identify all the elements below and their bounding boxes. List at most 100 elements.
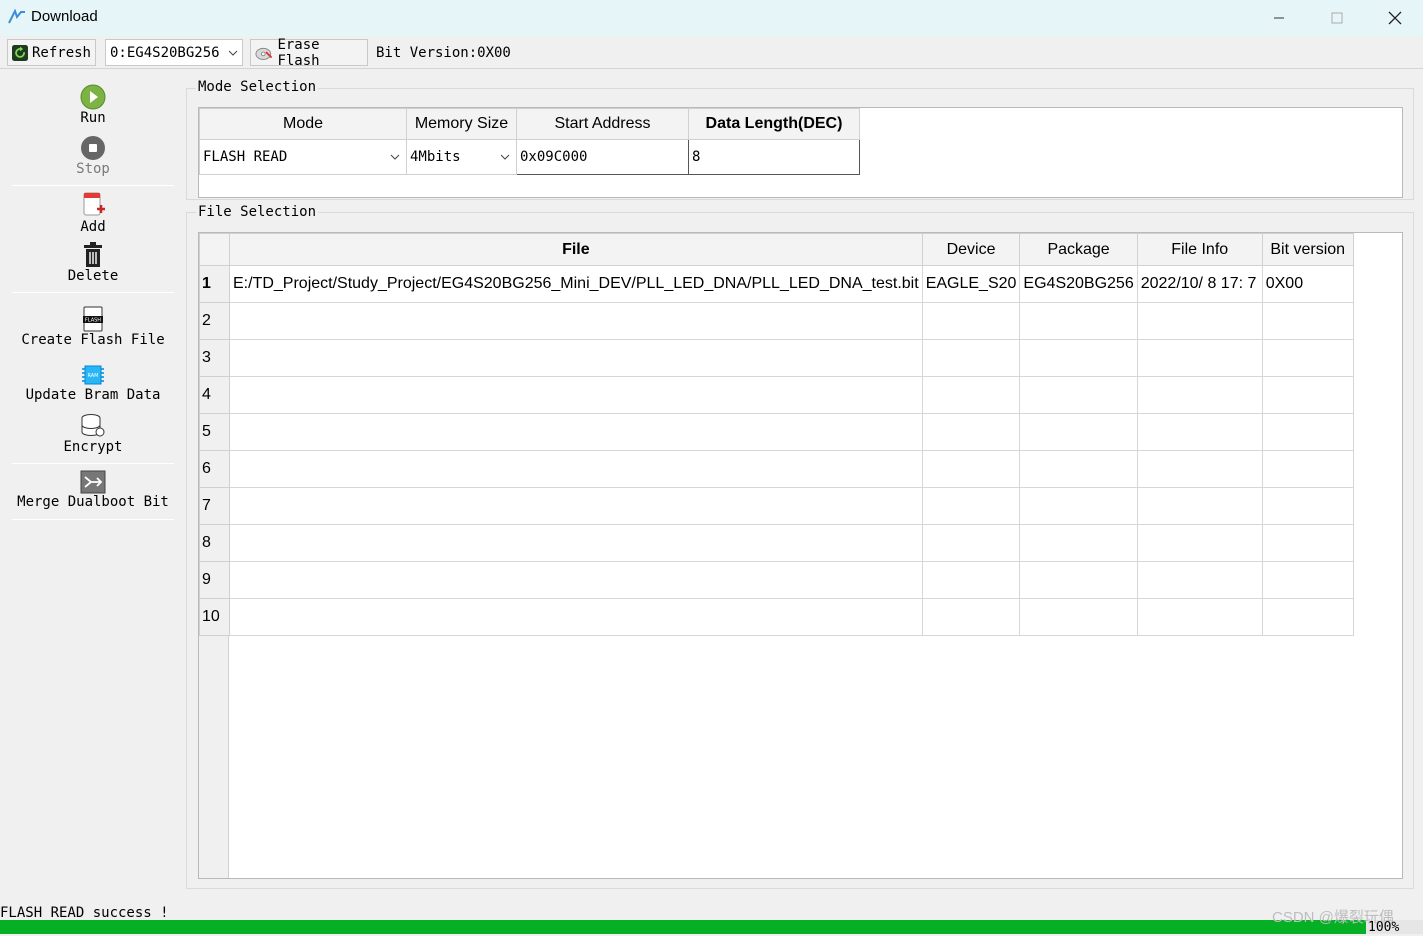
bit-version-cell[interactable] — [1261, 413, 1354, 451]
device-cell[interactable] — [921, 487, 1021, 525]
device-cell[interactable] — [921, 450, 1021, 488]
device-cell[interactable] — [921, 339, 1021, 377]
delete-button[interactable]: Delete — [12, 242, 174, 284]
bit-version-cell[interactable]: 0X00 — [1261, 265, 1354, 303]
merge-dualboot-bit-button[interactable]: Merge Dualboot Bit — [12, 470, 174, 510]
table-row[interactable]: 6 — [199, 450, 1354, 488]
bit-version-cell[interactable] — [1261, 302, 1354, 340]
file-cell[interactable] — [229, 302, 923, 340]
file-cell[interactable] — [229, 413, 923, 451]
app-icon — [8, 9, 25, 24]
window-title: Download — [31, 8, 98, 25]
corner-header — [199, 233, 230, 266]
package-header: Package — [1019, 233, 1138, 266]
encrypt-button[interactable]: Encrypt — [12, 413, 174, 455]
file-cell[interactable] — [229, 450, 923, 488]
erase-flash-button[interactable]: Erase Flash — [250, 37, 368, 69]
table-row[interactable]: 3 — [199, 339, 1354, 377]
bit-version-cell[interactable] — [1261, 487, 1354, 525]
close-button[interactable] — [1366, 0, 1423, 36]
bit-version-cell[interactable] — [1261, 598, 1354, 636]
package-cell[interactable] — [1019, 561, 1138, 599]
table-row[interactable]: 10 — [199, 598, 1354, 636]
table-row[interactable]: 9 — [199, 561, 1354, 599]
file-info-cell[interactable] — [1136, 413, 1263, 451]
row-number: 10 — [199, 598, 230, 636]
table-row[interactable]: 5 — [199, 413, 1354, 451]
status-message: FLASH READ success ! — [0, 905, 169, 921]
device-cell[interactable] — [921, 598, 1021, 636]
update-bram-data-label: Update Bram Data — [25, 387, 161, 403]
package-cell[interactable] — [1019, 598, 1138, 636]
file-info-cell[interactable] — [1136, 598, 1263, 636]
device-value: 0:EG4S20BG256 — [110, 44, 220, 61]
row-number: 3 — [199, 339, 230, 377]
file-info-cell[interactable] — [1136, 376, 1263, 414]
update-bram-data-button[interactable]: RAM Update Bram Data — [12, 363, 174, 403]
svg-text:RAM: RAM — [87, 373, 98, 379]
run-button[interactable]: Run — [12, 84, 174, 126]
encrypt-label: Encrypt — [63, 439, 123, 455]
package-cell[interactable]: EG4S20BG256 — [1019, 265, 1138, 303]
file-info-cell[interactable] — [1136, 524, 1263, 562]
create-flash-file-button[interactable]: FLASH Create Flash File — [12, 306, 174, 348]
bit-version-cell[interactable] — [1261, 450, 1354, 488]
file-info-cell[interactable] — [1136, 561, 1263, 599]
mode-select[interactable]: FLASH READ — [199, 139, 407, 175]
table-row[interactable]: 8 — [199, 524, 1354, 562]
mode-selection-title: Mode Selection — [196, 79, 319, 95]
stop-button[interactable]: Stop — [12, 135, 174, 177]
file-cell[interactable] — [229, 487, 923, 525]
device-cell[interactable] — [921, 302, 1021, 340]
minimize-button[interactable] — [1250, 0, 1308, 36]
bit-version-cell[interactable] — [1261, 376, 1354, 414]
refresh-button[interactable]: Refresh — [7, 39, 96, 66]
file-info-cell[interactable] — [1136, 487, 1263, 525]
start-address-input[interactable]: 0x09C000 — [516, 139, 689, 175]
file-cell[interactable] — [229, 561, 923, 599]
device-cell[interactable]: EAGLE_S20 — [921, 265, 1021, 303]
package-cell[interactable] — [1019, 339, 1138, 377]
file-info-cell[interactable] — [1136, 450, 1263, 488]
table-row[interactable]: 1 E:/TD_Project/Study_Project/EG4S20BG25… — [199, 265, 1354, 303]
package-cell[interactable] — [1019, 450, 1138, 488]
add-label: Add — [80, 219, 106, 235]
file-info-cell[interactable]: 2022/10/ 8 17: 7 — [1136, 265, 1263, 303]
device-cell[interactable] — [921, 561, 1021, 599]
toolbar: Refresh 0:EG4S20BG256 Erase Flash Bit Ve… — [0, 36, 1423, 69]
file-info-cell[interactable] — [1136, 339, 1263, 377]
package-cell[interactable] — [1019, 487, 1138, 525]
device-select[interactable]: 0:EG4S20BG256 — [105, 39, 243, 66]
file-info-cell[interactable] — [1136, 302, 1263, 340]
chevron-down-icon — [390, 154, 400, 160]
run-label: Run — [80, 110, 106, 126]
device-header: Device — [921, 233, 1021, 266]
bram-icon: RAM — [82, 365, 104, 385]
table-row[interactable]: 4 — [199, 376, 1354, 414]
file-table-container[interactable]: File Device Package File Info Bit versio… — [198, 232, 1403, 879]
device-cell[interactable] — [921, 376, 1021, 414]
table-row[interactable]: 7 — [199, 487, 1354, 525]
memory-size-select[interactable]: 4Mbits — [406, 139, 517, 175]
file-cell[interactable] — [229, 524, 923, 562]
file-cell[interactable]: E:/TD_Project/Study_Project/EG4S20BG256_… — [229, 265, 923, 303]
package-cell[interactable] — [1019, 413, 1138, 451]
file-cell[interactable] — [229, 376, 923, 414]
bit-version-cell[interactable] — [1261, 561, 1354, 599]
package-cell[interactable] — [1019, 302, 1138, 340]
package-cell[interactable] — [1019, 524, 1138, 562]
device-cell[interactable] — [921, 524, 1021, 562]
sidebar-divider — [12, 292, 174, 293]
file-cell[interactable] — [229, 339, 923, 377]
package-cell[interactable] — [1019, 376, 1138, 414]
maximize-button[interactable] — [1308, 0, 1366, 36]
flash-file-icon: FLASH — [83, 306, 103, 332]
add-icon — [83, 192, 105, 216]
file-cell[interactable] — [229, 598, 923, 636]
table-row[interactable]: 2 — [199, 302, 1354, 340]
device-cell[interactable] — [921, 413, 1021, 451]
data-length-input[interactable]: 8 — [688, 139, 860, 175]
bit-version-cell[interactable] — [1261, 524, 1354, 562]
bit-version-cell[interactable] — [1261, 339, 1354, 377]
add-button[interactable]: Add — [12, 191, 174, 235]
